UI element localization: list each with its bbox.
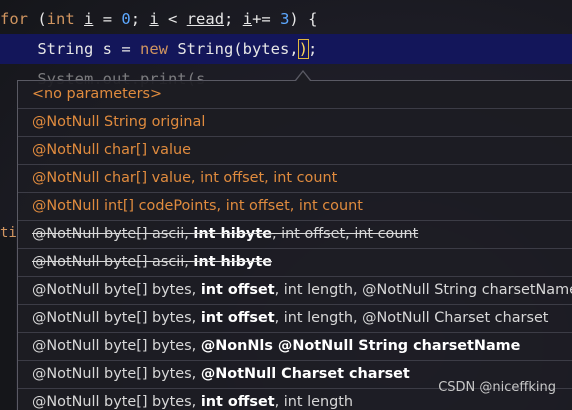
ide-editor-stage: for (int i = 0; i < read; i+= 3) { Strin… xyxy=(0,0,572,410)
signature-row[interactable]: @NotNull byte[] ascii, int hibyte xyxy=(18,249,572,277)
signature-current-param: int hibyte xyxy=(193,226,272,242)
signature-params: @NotNull byte[] bytes, xyxy=(32,366,201,382)
literal-zero: 0 xyxy=(121,10,131,28)
signature-params: @NotNull byte[] bytes, xyxy=(32,310,201,326)
signature-params-rest: , int length, @NotNull Charset charset xyxy=(274,310,549,326)
signature-params-rest: , int offset, int count xyxy=(271,226,419,242)
signature-current-param: int offset xyxy=(200,394,275,410)
signature-params: @NotNull int[] codePoints, int offset, i… xyxy=(32,198,363,214)
signature-params: @NotNull byte[] bytes, xyxy=(32,394,201,410)
signature-current-param: @NonNls @NotNull String charsetName xyxy=(200,338,521,354)
signature-row[interactable]: <no parameters> xyxy=(18,81,572,109)
signature-row[interactable]: @NotNull byte[] ascii, int hibyte, int o… xyxy=(18,221,572,249)
signature-params: @NotNull String original xyxy=(32,114,206,130)
signature-text: @NotNull byte[] bytes, int offset, int l… xyxy=(32,282,572,298)
signature-row[interactable]: @NotNull char[] value, int offset, int c… xyxy=(18,165,572,193)
code-token: += xyxy=(252,10,281,28)
signature-text: @NotNull char[] value, int offset, int c… xyxy=(32,170,337,186)
signature-text: <no parameters> xyxy=(32,86,162,102)
signature-text: @NotNull byte[] bytes, int offset, int l… xyxy=(32,310,548,326)
signature-row[interactable]: @NotNull byte[] bytes, @NonNls @NotNull … xyxy=(18,333,572,361)
code-token: < xyxy=(158,10,187,28)
code-token: = xyxy=(93,10,122,28)
variable-i: i xyxy=(149,10,159,28)
signature-row[interactable]: @NotNull byte[] bytes, int offset, int l… xyxy=(18,277,572,305)
signature-row[interactable]: @NotNull char[] value xyxy=(18,137,572,165)
code-line-current[interactable]: String s = new String(bytes,); xyxy=(0,34,572,64)
signature-params: @NotNull byte[] ascii, xyxy=(32,254,194,270)
keyword-new: new xyxy=(139,40,168,58)
signature-current-param: int hibyte xyxy=(193,254,272,270)
signature-list: <no parameters> @NotNull String original @… xyxy=(18,81,572,410)
variable-i: i xyxy=(84,10,94,28)
signature-row[interactable]: @NotNull byte[] bytes, int offset, int l… xyxy=(18,305,572,333)
signature-params: <no parameters> xyxy=(32,86,163,102)
signature-params: @NotNull char[] value, int offset, int c… xyxy=(32,170,338,186)
signature-row[interactable]: @NotNull String original xyxy=(18,109,572,137)
signature-current-param: int offset xyxy=(200,282,275,298)
keyword-int: int xyxy=(46,10,75,28)
editor-background-left xyxy=(0,236,16,410)
signature-text: @NotNull String original xyxy=(32,114,205,130)
code-token: ; xyxy=(130,10,150,28)
code-token: String s = xyxy=(0,40,140,58)
signature-params: @NotNull char[] value xyxy=(32,142,191,158)
signature-text: @NotNull char[] value xyxy=(32,142,191,158)
signature-params-rest: , int length xyxy=(274,394,353,410)
code-fragment-left: ti xyxy=(0,225,17,241)
code-line-for-loop[interactable]: for (int i = 0; i < read; i+= 3) { xyxy=(0,4,572,34)
signature-row[interactable]: @NotNull int[] codePoints, int offset, i… xyxy=(18,193,572,221)
popup-pointer-inner xyxy=(296,72,310,81)
text-caret-paren[interactable]: ) xyxy=(297,39,310,59)
signature-text: @NotNull int[] codePoints, int offset, i… xyxy=(32,198,363,214)
signature-params: @NotNull byte[] bytes, xyxy=(32,282,201,298)
code-token: String(bytes, xyxy=(167,40,299,58)
signature-text: @NotNull byte[] bytes, @NotNull Charset … xyxy=(32,366,410,382)
signature-params: @NotNull byte[] bytes, xyxy=(32,338,201,354)
signature-text: @NotNull byte[] ascii, int hibyte xyxy=(32,254,272,270)
code-token: ) { xyxy=(289,10,318,28)
signature-text: @NotNull byte[] bytes, int offset, int l… xyxy=(32,394,353,410)
parameter-info-popup[interactable]: <no parameters> @NotNull String original @… xyxy=(17,80,572,410)
signature-text: @NotNull byte[] ascii, int hibyte, int o… xyxy=(32,226,418,242)
keyword-for: for xyxy=(0,10,28,28)
signature-params: @NotNull byte[] ascii, xyxy=(32,226,194,242)
code-token: ; xyxy=(307,40,318,58)
code-token: ; xyxy=(224,10,243,28)
code-token: ( xyxy=(28,10,47,28)
signature-current-param: @NotNull Charset charset xyxy=(200,366,410,382)
variable-read: read xyxy=(186,10,225,28)
literal-three: 3 xyxy=(280,10,290,28)
signature-params-rest: , int length, @NotNull String charsetNam… xyxy=(274,282,572,298)
watermark: CSDN @niceffking xyxy=(438,380,556,395)
variable-i: i xyxy=(242,10,253,28)
signature-text: @NotNull byte[] bytes, @NonNls @NotNull … xyxy=(32,338,520,354)
signature-current-param: int offset xyxy=(200,310,275,326)
